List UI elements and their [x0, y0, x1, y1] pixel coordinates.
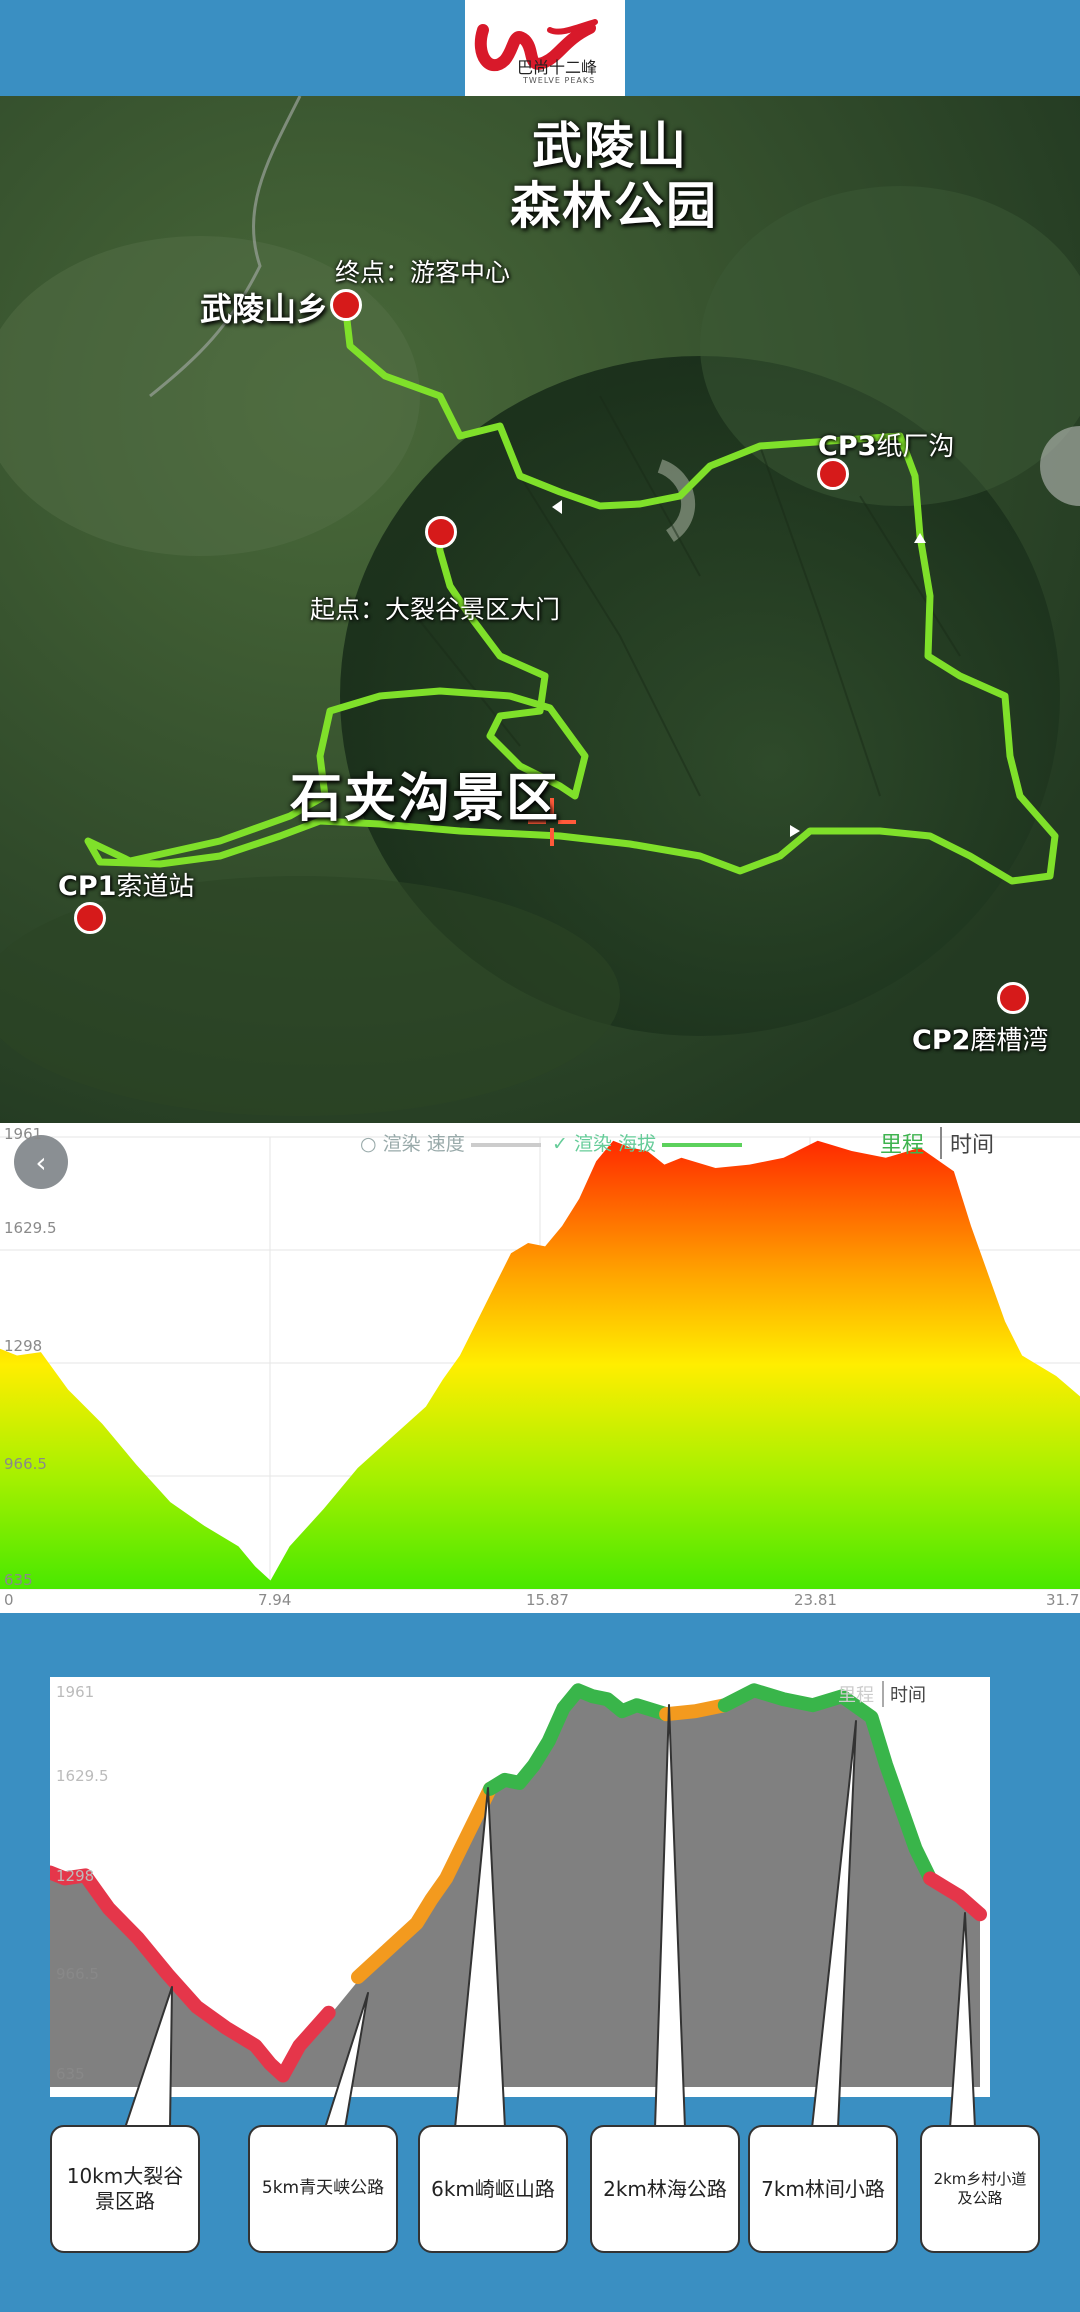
back-arrow-icon[interactable]: ‹	[14, 1135, 68, 1189]
y-tick-label: 635	[4, 1571, 33, 1589]
annot-y-tick-label: 966.5	[56, 1965, 99, 1983]
cp2-marker[interactable]	[997, 982, 1029, 1014]
elevation-plot	[0, 1136, 1080, 1590]
legend-speed-series: 速度	[426, 1133, 465, 1155]
legend-speed-check: ○	[360, 1133, 377, 1155]
elevation-chart: ‹ ○ 渲染 速度 ✓ 渲染 海拔 里程 时间 1961 1629.5 1298…	[0, 1123, 1080, 1613]
cp3-name: 纸厂沟	[876, 432, 955, 462]
callout-segment-5: 7km林间小路	[748, 2125, 898, 2253]
logo-subtext: TWELVE PEAKS	[523, 76, 596, 85]
legend-altitude-label: 渲染	[573, 1133, 612, 1155]
legend-altitude-check: ✓	[552, 1133, 568, 1155]
x-tick-label: 15.87	[526, 1591, 569, 1609]
logo-text: 巴尚十二峰	[517, 58, 598, 77]
x-tick-label: 7.94	[258, 1591, 292, 1609]
annot-y-tick-label: 1629.5	[56, 1767, 109, 1785]
tab-time[interactable]: 时间	[940, 1127, 994, 1159]
finish-marker[interactable]	[330, 289, 362, 321]
y-tick-label: 1298	[4, 1337, 43, 1355]
x-tick-label: 23.81	[794, 1591, 837, 1609]
annotated-elevation-plot	[50, 1683, 987, 2087]
cp1-name: 索道站	[116, 872, 195, 902]
scenic-area-title: 石夹沟景区	[290, 769, 561, 829]
route-direction-arrows	[552, 500, 926, 837]
callout-segment-4: 2km林海公路	[590, 2125, 740, 2253]
annot-y-tick-label: 1961	[56, 1683, 95, 1701]
legend-speed[interactable]: ○ 渲染 速度	[360, 1129, 541, 1156]
y-tick-label: 1961	[4, 1125, 43, 1143]
annotated-elevation-section: 1961 1629.5 1298 966.5 635 里程 时间 10km大裂谷…	[0, 1613, 1080, 2312]
cp2-code: CP2	[912, 1025, 971, 1056]
legend-altitude-line	[662, 1142, 743, 1147]
annotated-elevation-area	[50, 1694, 980, 2087]
route-segment-line	[659, 1698, 732, 1722]
y-tick-label: 1629.5	[4, 1219, 57, 1237]
town-label: 武陵山乡	[200, 290, 329, 328]
cp2-name: 磨槽湾	[970, 1026, 1049, 1056]
x-tick-label: 31.7	[1046, 1591, 1080, 1609]
y-tick-label: 966.5	[4, 1455, 47, 1473]
annot-tab-distance: 里程	[838, 1685, 874, 1706]
legend-altitude-series: 海拔	[618, 1133, 657, 1155]
start-marker[interactable]	[425, 516, 457, 548]
callout-segment-1: 10km大裂谷景区路	[50, 2125, 200, 2253]
annot-y-tick-label: 1298	[56, 1867, 95, 1885]
callout-segment-3: 6km崎岖山路	[418, 2125, 568, 2253]
legend-speed-label: 渲染	[382, 1133, 421, 1155]
legend-altitude[interactable]: ✓ 渲染 海拔	[552, 1129, 743, 1156]
annot-y-tick-label: 635	[56, 2065, 85, 2083]
satellite-map[interactable]: 武陵山 森林公园 石夹沟景区 武陵山乡 终点：游客中心 起点：大裂谷景区大门 C…	[0, 96, 1080, 1123]
finish-label: 终点：游客中心	[335, 258, 511, 287]
legend-speed-line	[470, 1142, 541, 1147]
callout-segment-2: 5km青天峡公路	[248, 2125, 398, 2253]
start-label: 起点：大裂谷景区大门	[310, 595, 561, 624]
cp1-code: CP1	[58, 871, 117, 902]
cp1-marker[interactable]	[74, 902, 106, 934]
annotated-chart-frame: 1961 1629.5 1298 966.5 635 里程 时间	[50, 1677, 990, 2097]
tab-distance[interactable]: 里程	[880, 1127, 924, 1159]
cp3-label: CP3纸厂沟	[818, 426, 954, 463]
logo: 巴尚十二峰 TWELVE PEAKS	[465, 0, 625, 96]
annot-tab-time: 时间	[882, 1681, 926, 1707]
cp1-label: CP1索道站	[58, 866, 194, 903]
callout-segment-6: 2km乡村小道及公路	[920, 2125, 1040, 2253]
park-title: 武陵山 森林公园	[510, 117, 718, 235]
x-tick-label: 0	[4, 1591, 14, 1609]
cp3-code: CP3	[818, 431, 877, 462]
cp2-label: CP2磨槽湾	[912, 1020, 1048, 1057]
